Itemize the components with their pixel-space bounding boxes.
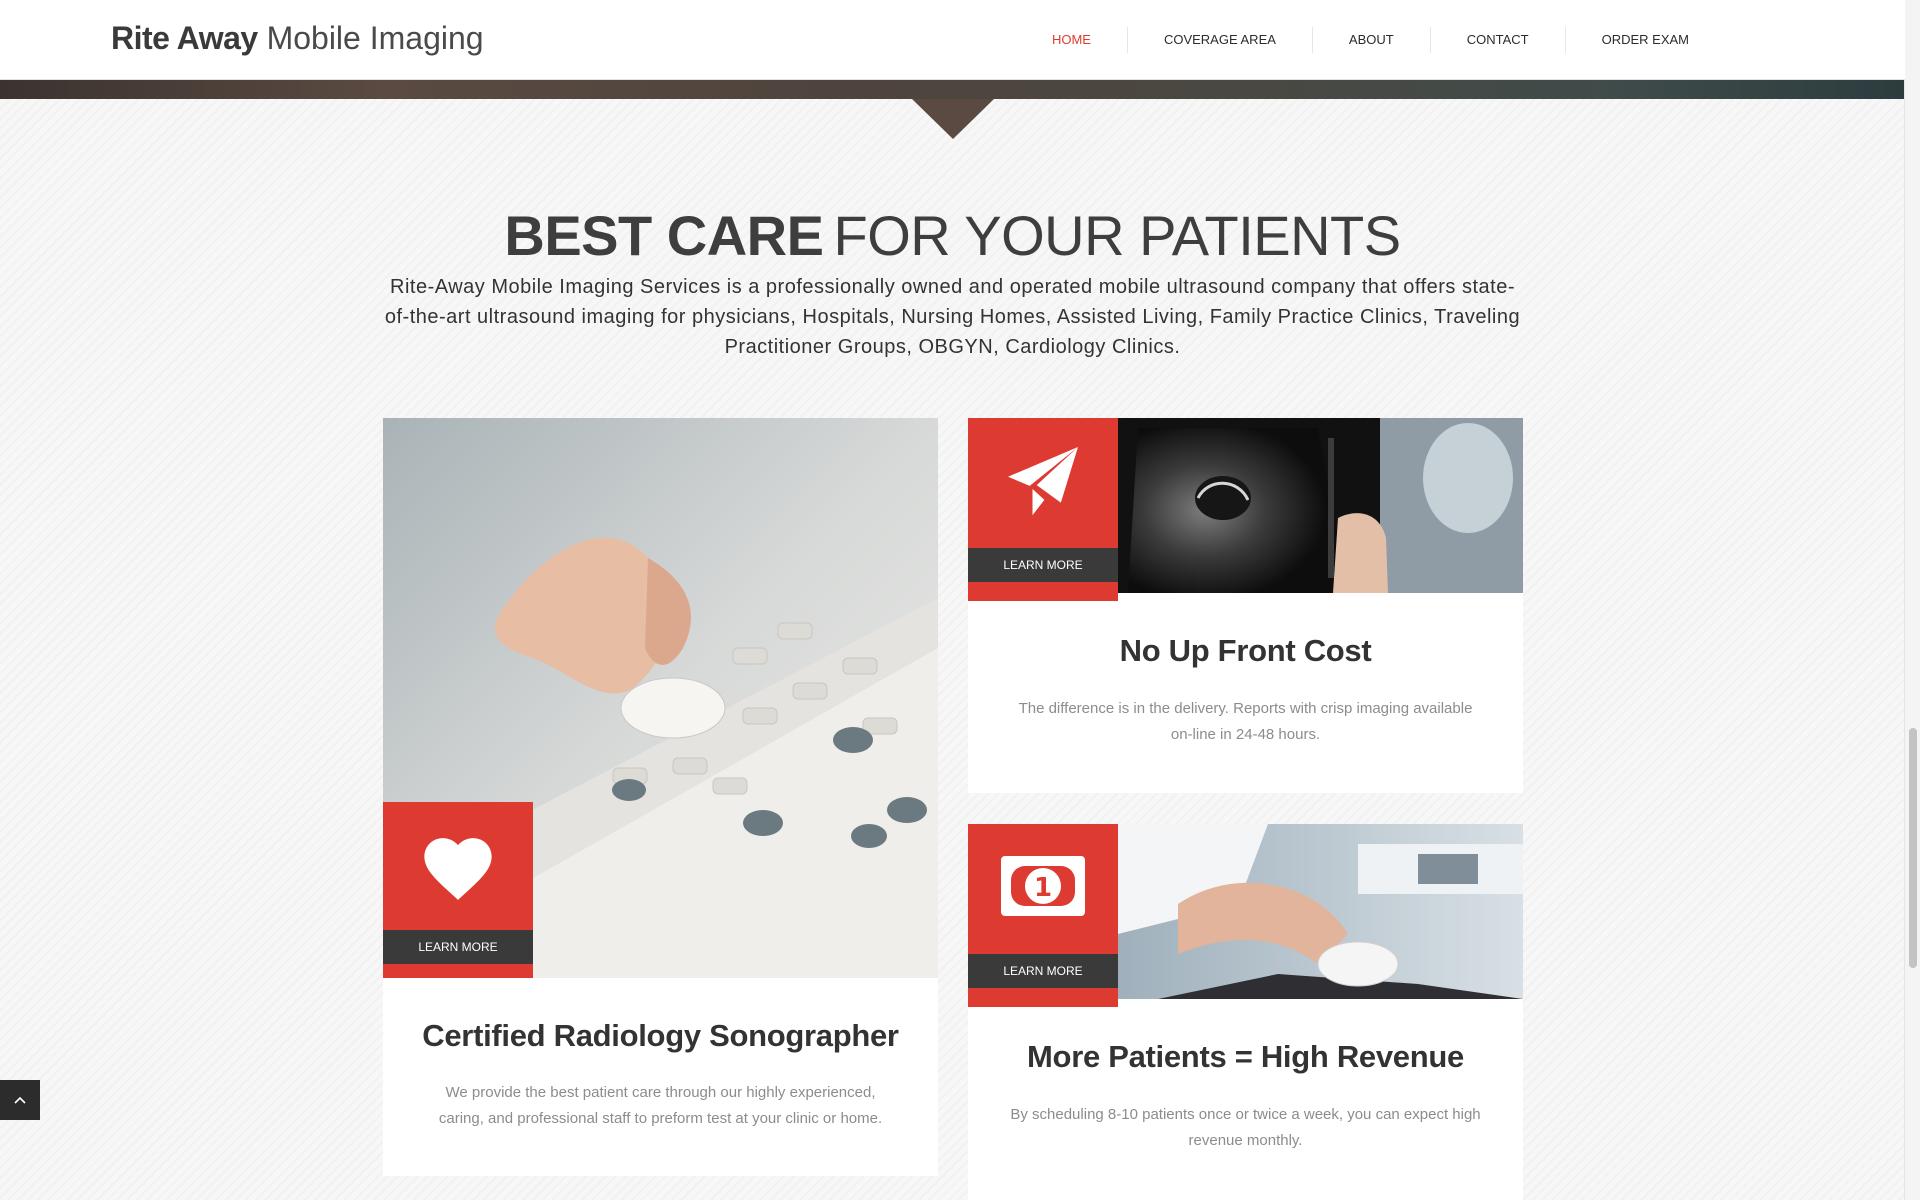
feature-badge: LEARN MORE	[383, 802, 533, 978]
section-title-bold: BEST CARE	[504, 204, 824, 267]
section-title: BEST CARE FOR YOUR PATIENTS	[0, 203, 1905, 268]
card-title: Certified Radiology Sonographer	[422, 1018, 899, 1053]
section-pointer-arrow	[912, 99, 994, 139]
ultrasound-tablet-photo	[1118, 418, 1523, 593]
nav-about[interactable]: ABOUT	[1311, 26, 1430, 53]
feature-card-sonographer: LEARN MORE Certified Radiology Sonograph…	[383, 418, 938, 1176]
site-logo[interactable]: Rite Away Mobile Imaging	[111, 20, 484, 57]
feature-card-no-cost: LEARN MORE No Up Front Cost The differen…	[968, 418, 1523, 793]
nav-order-exam[interactable]: ORDER EXAM	[1564, 26, 1725, 53]
card-title: No Up Front Cost	[1119, 633, 1372, 668]
badge-accent-bar	[968, 999, 1118, 1007]
nav-home[interactable]: HOME	[1016, 27, 1127, 53]
feature-card-revenue: 1 LEARN MORE More Patients = High Revenu…	[968, 824, 1523, 1200]
svg-text:1: 1	[1034, 873, 1052, 903]
paper-plane-icon	[968, 440, 1118, 524]
learn-more-button[interactable]: LEARN MORE	[383, 930, 533, 964]
site-header: Rite Away Mobile Imaging HOME COVERAGE A…	[0, 0, 1905, 80]
hero-image-edge	[0, 79, 1905, 99]
section-title-light: FOR YOUR PATIENTS	[833, 204, 1401, 267]
page-scrollbar[interactable]	[1904, 0, 1920, 1200]
card-description: We provide the best patient care through…	[438, 1084, 883, 1127]
learn-more-button[interactable]: LEARN MORE	[968, 954, 1118, 988]
card-description: The difference is in the delivery. Repor…	[1018, 700, 1473, 743]
feature-badge: LEARN MORE	[968, 418, 1118, 593]
card-title: More Patients = High Revenue	[1027, 1039, 1464, 1074]
main-nav: HOME COVERAGE AREA ABOUT CONTACT ORDER E…	[1016, 0, 1725, 79]
learn-more-button[interactable]: LEARN MORE	[968, 548, 1118, 582]
feature-badge: 1 LEARN MORE	[968, 824, 1118, 999]
doctor-scanning-photo	[1118, 824, 1523, 999]
card-description: By scheduling 8-10 patients once or twic…	[1010, 1106, 1481, 1149]
chevron-up-icon	[14, 1096, 26, 1104]
badge-accent-bar	[968, 593, 1118, 601]
logo-light: Mobile Imaging	[266, 20, 484, 56]
heart-icon	[383, 828, 533, 902]
nav-coverage-area[interactable]: COVERAGE AREA	[1126, 26, 1312, 53]
scrollbar-thumb[interactable]	[1909, 728, 1917, 968]
logo-bold: Rite Away	[111, 20, 258, 56]
dollar-bill-icon: 1	[968, 854, 1118, 918]
nav-contact[interactable]: CONTACT	[1429, 26, 1565, 53]
back-to-top-button[interactable]	[0, 1080, 40, 1120]
section-intro: Rite-Away Mobile Imaging Services is a p…	[384, 276, 1521, 358]
